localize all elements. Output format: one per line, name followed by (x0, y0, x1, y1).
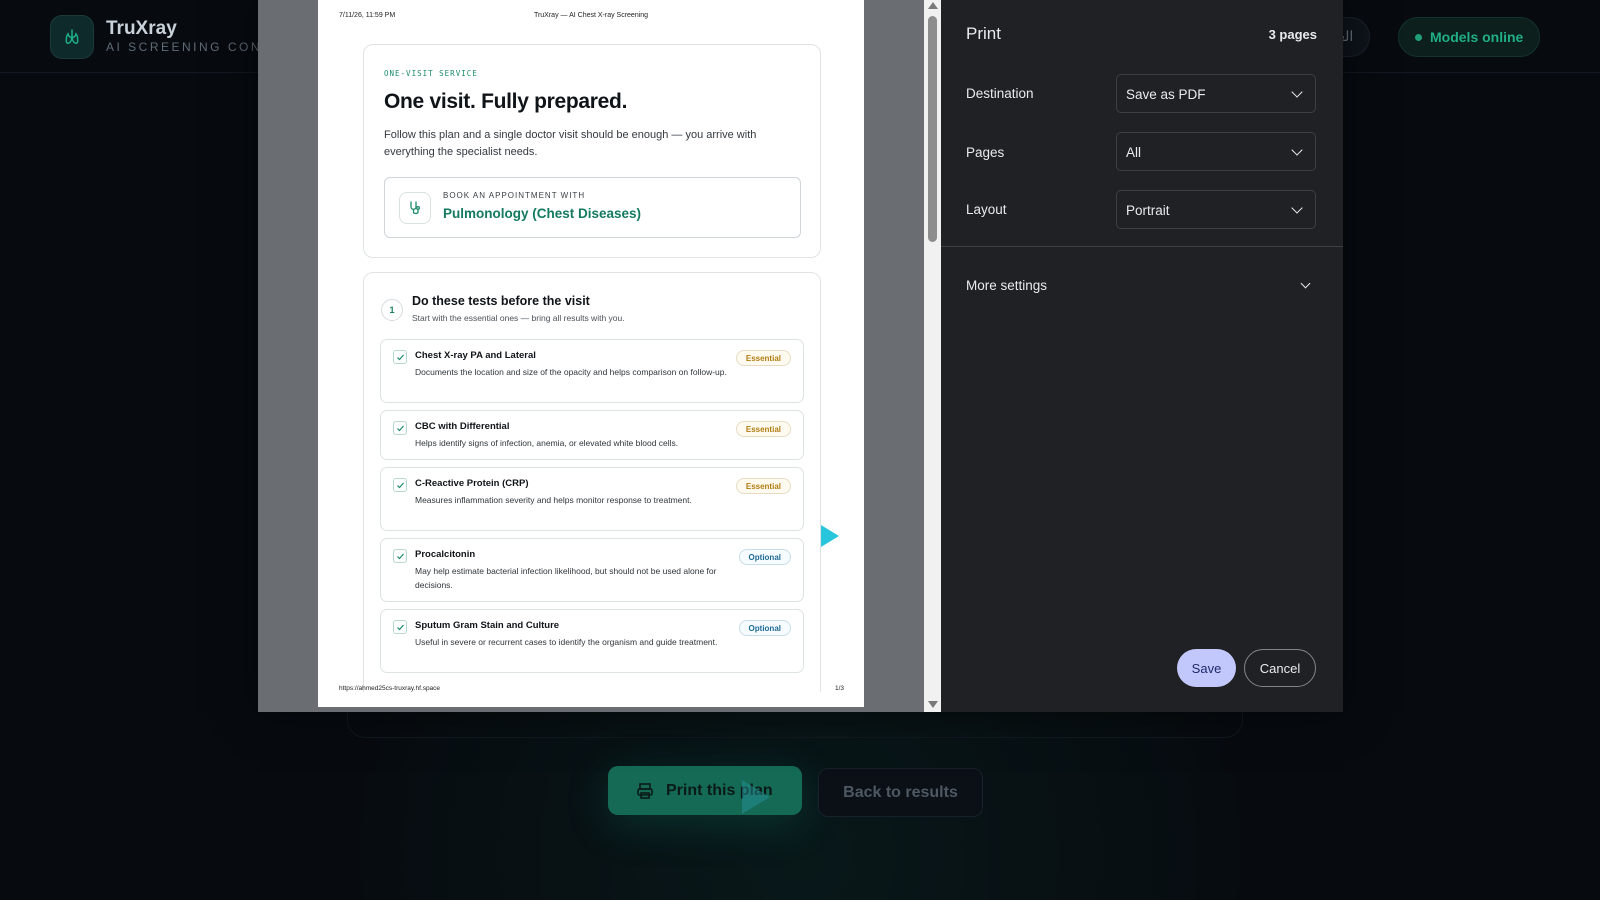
status-dot-icon (1415, 33, 1422, 41)
models-status-badge: Models online (1398, 17, 1540, 57)
status-label: Models online (1430, 29, 1524, 45)
destination-select[interactable]: Save as PDF (1116, 74, 1316, 113)
tests-card: 1 Do these tests before the visit Start … (363, 272, 821, 692)
stethoscope-icon (399, 192, 431, 224)
more-settings-toggle[interactable]: More settings (966, 278, 1047, 293)
play-cursor-icon (742, 780, 770, 814)
save-button[interactable]: Save (1177, 649, 1236, 687)
play-cursor-icon (821, 525, 839, 547)
scroll-up-arrow-icon[interactable] (928, 2, 938, 9)
brand-logo[interactable] (50, 15, 94, 59)
layout-select[interactable]: Portrait (1116, 190, 1316, 229)
settings-divider (941, 246, 1343, 247)
print-plan-button[interactable]: Print this plan (608, 766, 802, 815)
chevron-down-icon (1291, 86, 1303, 98)
test-name: Procalcitonin (415, 549, 476, 560)
priority-badge: Essential (735, 421, 791, 437)
layout-value: Portrait (1126, 203, 1170, 218)
pages-select[interactable]: All (1116, 132, 1316, 171)
priority-badge: Optional (738, 549, 791, 565)
eyebrow-label: ONE-VISIT SERVICE (384, 69, 478, 78)
page-footer-url: https://ahmed25cs-truxray.hf.space (339, 685, 441, 692)
appointment-label: BOOK AN APPOINTMENT WITH (443, 191, 586, 200)
destination-label: Destination (966, 86, 1034, 101)
print-preview[interactable]: 7/11/26, 11:59 PM TruXray — AI Chest X-r… (258, 0, 941, 712)
chevron-down-icon (1291, 144, 1303, 156)
preview-scrollbar[interactable] (924, 0, 941, 712)
check-icon (393, 350, 407, 364)
cancel-button[interactable]: Cancel (1244, 649, 1316, 687)
appointment-box: BOOK AN APPOINTMENT WITH Pulmonology (Ch… (384, 177, 801, 238)
test-description: Useful in severe or recurrent cases to i… (415, 637, 718, 647)
chevron-down-icon[interactable] (1300, 278, 1311, 289)
step-number: 1 (381, 299, 403, 321)
destination-value: Save as PDF (1126, 87, 1206, 102)
test-description: May help estimate bacterial infection li… (415, 566, 717, 590)
print-settings-panel: Print 3 pages Destination Save as PDF Pa… (941, 0, 1343, 712)
test-description: Helps identify signs of infection, anemi… (415, 438, 679, 448)
test-description: Measures inflammation severity and helps… (415, 495, 692, 505)
lungs-icon (65, 29, 79, 44)
test-name: C-Reactive Protein (CRP) (415, 478, 529, 489)
test-name: Sputum Gram Stain and Culture (415, 620, 560, 631)
printer-icon (637, 782, 653, 799)
print-title: Print (966, 24, 1001, 43)
step-subtitle: Start with the essential ones — bring al… (412, 313, 625, 323)
intro-text: Follow this plan and a single doctor vis… (384, 129, 757, 158)
page-heading: One visit. Fully prepared. (384, 90, 628, 113)
check-icon (393, 549, 407, 563)
preview-page: 7/11/26, 11:59 PM TruXray — AI Chest X-r… (318, 0, 864, 707)
appointment-specialty: Pulmonology (Chest Diseases) (443, 206, 642, 221)
test-name: CBC with Differential (415, 421, 510, 432)
check-icon (393, 478, 407, 492)
test-item: Chest X-ray PA and Lateral Documents the… (380, 339, 804, 403)
pages-value: All (1126, 145, 1142, 160)
print-dialog: 7/11/26, 11:59 PM TruXray — AI Chest X-r… (258, 0, 1343, 712)
back-to-results-button[interactable]: Back to results (818, 768, 983, 817)
one-visit-card: ONE-VISIT SERVICE One visit. Fully prepa… (363, 44, 821, 258)
test-name: Chest X-ray PA and Lateral (415, 350, 536, 361)
step-title: Do these tests before the visit (412, 294, 590, 308)
test-item: C-Reactive Protein (CRP) Measures inflam… (380, 467, 804, 531)
priority-badge: Essential (735, 478, 791, 494)
page-footer-number: 1/3 (834, 685, 844, 692)
scrollbar-thumb[interactable] (928, 16, 937, 242)
pages-label: Pages (966, 145, 1005, 160)
priority-badge: Optional (738, 620, 791, 636)
layout-label: Layout (966, 202, 1007, 217)
test-item: Sputum Gram Stain and Culture Useful in … (380, 609, 804, 673)
priority-badge: Essential (735, 350, 791, 366)
page-header-title: TruXray — AI Chest X-ray Screening (533, 12, 649, 19)
test-item: Procalcitonin May help estimate bacteria… (380, 538, 804, 602)
check-icon (393, 421, 407, 435)
check-icon (393, 620, 407, 634)
page-count: 3 pages (1268, 27, 1317, 42)
scroll-down-arrow-icon[interactable] (928, 701, 938, 708)
test-item: CBC with Differential Helps identify sig… (380, 410, 804, 460)
chevron-down-icon (1291, 202, 1303, 214)
brand-name: TruXray (106, 18, 177, 39)
test-description: Documents the location and size of the o… (415, 367, 727, 377)
